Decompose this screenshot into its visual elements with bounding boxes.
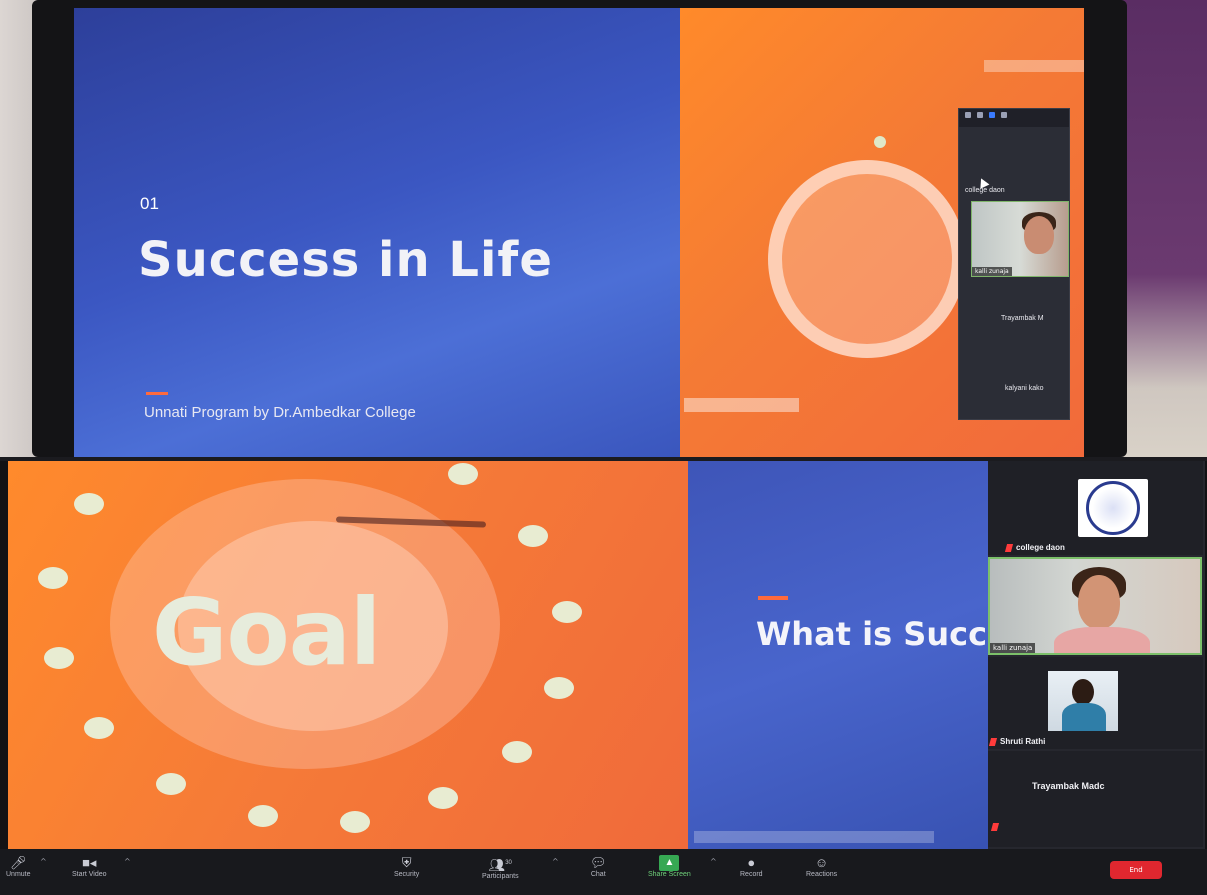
decorative-stripe xyxy=(694,831,934,843)
active-speaker-video[interactable]: kalli zunaja xyxy=(988,557,1202,655)
bottom-photo: Goal What is Success college daon xyxy=(0,461,1207,895)
unmute-button[interactable]: 🎤︎ Unmute xyxy=(6,855,31,878)
share-screen-icon: ▲ xyxy=(659,855,680,871)
decorative-dot xyxy=(44,647,74,669)
video-camera-icon: ■◂ xyxy=(82,855,97,870)
chevron-up-icon[interactable]: ^ xyxy=(710,857,717,866)
decorative-dot xyxy=(38,567,68,589)
zoom-participant-panel[interactable]: college daon kalli zunaja Trayambak M ka… xyxy=(958,108,1070,420)
chevron-up-icon[interactable]: ^ xyxy=(552,857,559,866)
view-icon[interactable] xyxy=(977,112,983,118)
chevron-up-icon[interactable]: ^ xyxy=(124,857,131,866)
participant-tile[interactable]: Shruti Rathi xyxy=(988,657,1203,749)
people-icon: 👥︎30 xyxy=(488,857,512,873)
panel-topbar xyxy=(959,109,1069,127)
participant-tile[interactable]: Trayambak Madc xyxy=(988,751,1203,847)
mic-icon: 🎤︎ xyxy=(10,855,27,870)
decorative-dot xyxy=(874,136,886,148)
end-meeting-button[interactable]: End xyxy=(1110,861,1162,879)
decorative-dot xyxy=(448,463,478,485)
slide-subtitle: Unnati Program by Dr.Ambedkar College xyxy=(144,404,416,421)
monitor-screen-bottom: Goal What is Success college daon xyxy=(8,461,1205,849)
decorative-stripe xyxy=(684,398,799,412)
share-screen-button[interactable]: ▲ Share Screen xyxy=(648,855,691,878)
participant-photo xyxy=(1048,671,1118,731)
decorative-dot xyxy=(544,677,574,699)
participants-count: 30 xyxy=(505,860,512,866)
decorative-dot xyxy=(552,601,582,623)
participant-label: college daon xyxy=(1004,543,1065,552)
start-video-button[interactable]: ■◂ Start Video xyxy=(72,855,107,878)
record-icon: ● xyxy=(747,855,756,870)
minimize-icon[interactable] xyxy=(965,112,971,118)
decorative-ring xyxy=(768,160,966,358)
decorative-dot xyxy=(502,741,532,763)
participant-body xyxy=(1054,627,1150,653)
decorative-dot xyxy=(156,773,186,795)
chevron-up-icon[interactable]: ^ xyxy=(40,857,47,866)
grid-icon[interactable] xyxy=(1001,112,1007,118)
college-logo xyxy=(1078,479,1148,537)
accent-dash xyxy=(146,392,168,395)
chat-bubble-icon: 💬︎ xyxy=(590,855,607,870)
slide-number: 01 xyxy=(140,194,159,213)
participant-name: college daon xyxy=(965,187,1005,194)
participant-label: Shruti Rathi xyxy=(988,737,1045,746)
participant-face xyxy=(1024,216,1054,254)
slide-orange-panel: Goal xyxy=(8,461,688,849)
decorative-dot xyxy=(518,525,548,547)
reactions-button[interactable]: ☺ Reactions xyxy=(806,855,837,878)
mic-muted-icon xyxy=(1004,543,1014,552)
participant-name: kalli zunaja xyxy=(972,267,1012,276)
shield-icon: ⛨ xyxy=(401,855,412,870)
participant-label: Trayambak Madc xyxy=(1032,781,1105,791)
decorative-stripe xyxy=(984,60,1084,72)
pin-icon[interactable] xyxy=(989,112,995,118)
participant-name: Trayambak M xyxy=(1001,315,1044,322)
goal-text: Goal xyxy=(152,579,381,686)
decorative-dot xyxy=(248,805,278,827)
decorative-dot xyxy=(340,811,370,833)
slide-title: Success in Life xyxy=(138,232,553,288)
decorative-dot xyxy=(84,717,114,739)
slide-title: What is Success xyxy=(756,615,986,653)
mic-muted-icon xyxy=(988,737,998,746)
slide-blue-panel xyxy=(688,461,988,849)
mic-muted-icon xyxy=(990,823,1000,831)
zoom-gallery: college daon kalli zunaja Shruti Rathi T… xyxy=(988,461,1205,849)
participant-tile[interactable]: college daon xyxy=(988,461,1203,555)
participant-face xyxy=(1078,575,1120,629)
zoom-toolbar: 🎤︎ Unmute ^ ■◂ Start Video ^ ⛨ Security … xyxy=(0,849,1207,895)
accent-dash xyxy=(758,596,788,600)
security-button[interactable]: ⛨ Security xyxy=(394,855,419,878)
monitor-screen-top: 01 Success in Life Unnati Program by Dr.… xyxy=(74,8,1084,457)
chat-button[interactable]: 💬︎ Chat xyxy=(590,855,607,878)
decorative-dot xyxy=(74,493,104,515)
participant-name: kalli zunaja xyxy=(990,643,1036,653)
smiley-icon: ☺ xyxy=(814,855,829,870)
decorative-dot xyxy=(428,787,458,809)
participant-name: kalyani kako xyxy=(1005,385,1044,392)
participant-video[interactable]: kalli zunaja xyxy=(971,201,1069,277)
top-photo: 01 Success in Life Unnati Program by Dr.… xyxy=(0,0,1207,457)
participants-button[interactable]: 👥︎30 Participants xyxy=(482,855,519,880)
record-button[interactable]: ● Record xyxy=(740,855,763,878)
